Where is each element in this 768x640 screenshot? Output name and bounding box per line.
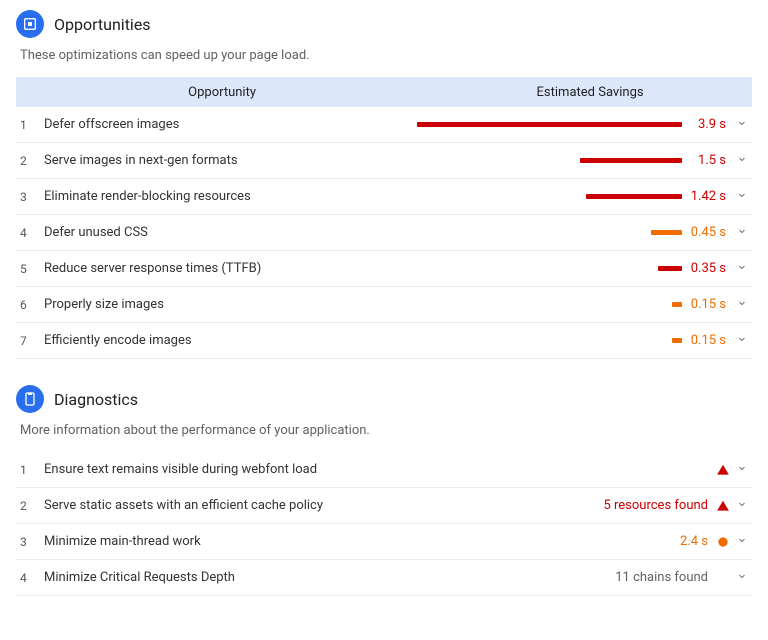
diagnostic-row[interactable]: 2Serve static assets with an efficient c… xyxy=(16,488,752,524)
diagnostics-title: Diagnostics xyxy=(54,390,138,409)
opportunities-subtitle: These optimizations can speed up your pa… xyxy=(20,48,752,63)
opportunity-row[interactable]: 4Defer unused CSS 0.45 s xyxy=(16,215,752,251)
col-opportunity: Opportunity xyxy=(16,85,428,100)
opportunity-label: Eliminate render-blocking resources xyxy=(44,189,402,204)
savings-bar-zone xyxy=(402,287,682,322)
opportunity-row[interactable]: 2Serve images in next-gen formats 1.5 s xyxy=(16,143,752,179)
chevron-down-icon[interactable] xyxy=(732,117,752,133)
savings-bar xyxy=(580,158,682,163)
opportunity-label: Serve images in next-gen formats xyxy=(44,153,402,168)
chevron-down-icon[interactable] xyxy=(732,189,752,205)
opportunity-row[interactable]: 1Defer offscreen images 3.9 s xyxy=(16,107,752,143)
opportunity-row[interactable]: 3Eliminate render-blocking resources 1.42… xyxy=(16,179,752,215)
savings-value: 1.5 s xyxy=(682,153,732,168)
row-index: 7 xyxy=(16,334,44,348)
diagnostics-rows: 1Ensure text remains visible during webf… xyxy=(16,452,752,596)
opportunity-label: Reduce server response times (TTFB) xyxy=(44,261,402,276)
chevron-down-icon[interactable] xyxy=(732,261,752,277)
savings-bar-zone xyxy=(402,107,682,142)
opportunities-title: Opportunities xyxy=(54,15,151,34)
diagnostic-value: 5 resources found xyxy=(603,498,714,513)
savings-bar xyxy=(417,122,682,127)
row-index: 4 xyxy=(16,571,44,585)
savings-bar-zone xyxy=(402,251,682,286)
opportunities-header: Opportunities xyxy=(16,10,752,38)
col-savings: Estimated Savings xyxy=(428,85,752,100)
savings-bar xyxy=(651,230,682,235)
diagnostic-row[interactable]: 4Minimize Critical Requests Depth11 chai… xyxy=(16,560,752,596)
diagnostics-icon xyxy=(16,385,44,413)
chevron-down-icon[interactable] xyxy=(732,333,752,349)
savings-value: 0.15 s xyxy=(682,297,732,312)
chevron-down-icon[interactable] xyxy=(732,534,752,550)
opportunities-icon xyxy=(16,10,44,38)
diagnostic-label: Minimize main-thread work xyxy=(44,534,680,549)
diagnostic-label: Serve static assets with an efficient ca… xyxy=(44,498,603,513)
severity-icon xyxy=(714,499,732,513)
opportunity-label: Defer offscreen images xyxy=(44,117,402,132)
savings-value: 0.45 s xyxy=(682,225,732,240)
opportunities-section: Opportunities These optimizations can sp… xyxy=(0,0,768,367)
diagnostics-subtitle: More information about the performance o… xyxy=(20,423,752,438)
row-index: 4 xyxy=(16,226,44,240)
chevron-down-icon[interactable] xyxy=(732,498,752,514)
savings-bar xyxy=(672,302,682,307)
savings-value: 1.42 s xyxy=(682,189,732,204)
opportunity-row[interactable]: 6Properly size images 0.15 s xyxy=(16,287,752,323)
row-index: 2 xyxy=(16,499,44,513)
opportunity-label: Defer unused CSS xyxy=(44,225,402,240)
row-index: 2 xyxy=(16,154,44,168)
opportunity-label: Efficiently encode images xyxy=(44,333,402,348)
opportunity-row[interactable]: 5Reduce server response times (TTFB) 0.35… xyxy=(16,251,752,287)
diagnostic-label: Minimize Critical Requests Depth xyxy=(44,570,615,585)
opportunity-row[interactable]: 7Efficiently encode images 0.15 s xyxy=(16,323,752,359)
savings-value: 0.35 s xyxy=(682,261,732,276)
severity-icon xyxy=(714,463,732,477)
savings-bar xyxy=(658,266,682,271)
diagnostic-row[interactable]: 1Ensure text remains visible during webf… xyxy=(16,452,752,488)
savings-bar-zone xyxy=(402,323,682,358)
chevron-down-icon[interactable] xyxy=(732,297,752,313)
savings-value: 0.15 s xyxy=(682,333,732,348)
diagnostic-value: 11 chains found xyxy=(615,570,714,585)
savings-bar xyxy=(672,338,682,343)
row-index: 6 xyxy=(16,298,44,312)
savings-value: 3.9 s xyxy=(682,117,732,132)
savings-bar-zone xyxy=(402,143,682,178)
opportunities-rows: 1Defer offscreen images 3.9 s 2Serve image… xyxy=(16,107,752,359)
severity-icon xyxy=(714,535,732,549)
chevron-down-icon[interactable] xyxy=(732,225,752,241)
row-index: 1 xyxy=(16,463,44,477)
diagnostics-section: Diagnostics More information about the p… xyxy=(0,367,768,604)
savings-bar-zone xyxy=(402,215,682,250)
row-index: 1 xyxy=(16,118,44,132)
row-index: 5 xyxy=(16,262,44,276)
opportunity-label: Properly size images xyxy=(44,297,402,312)
chevron-down-icon[interactable] xyxy=(732,570,752,586)
row-index: 3 xyxy=(16,190,44,204)
diagnostic-label: Ensure text remains visible during webfo… xyxy=(44,462,708,477)
savings-bar xyxy=(586,194,682,199)
chevron-down-icon[interactable] xyxy=(732,153,752,169)
diagnostics-header: Diagnostics xyxy=(16,385,752,413)
row-index: 3 xyxy=(16,535,44,549)
diagnostic-value: 2.4 s xyxy=(680,534,714,549)
diagnostic-row[interactable]: 3Minimize main-thread work2.4 s xyxy=(16,524,752,560)
opportunities-table-header: Opportunity Estimated Savings xyxy=(16,77,752,107)
savings-bar-zone xyxy=(402,179,682,214)
chevron-down-icon[interactable] xyxy=(732,462,752,478)
